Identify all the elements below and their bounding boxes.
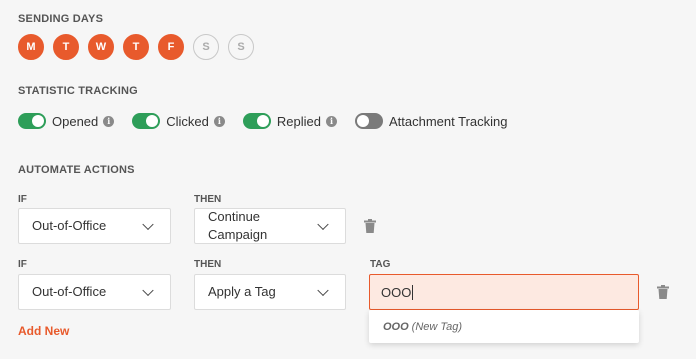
clicked-label: Clicked [166,113,209,129]
tag-suggestion-note: (New Tag) [411,320,463,333]
sending-days-row: M T W T F S S [18,34,254,60]
toggle-replied: Replied i [242,113,337,129]
add-new-button[interactable]: Add New [18,324,69,338]
automate-actions-title: AUTOMATE ACTIONS [18,164,135,176]
replied-switch[interactable] [242,113,271,129]
then-action-select[interactable]: Continue Campaign [194,208,346,244]
chevron-down-icon [142,218,154,231]
day-sunday[interactable]: S [228,34,254,60]
chevron-down-icon [142,284,154,297]
trash-icon[interactable] [657,285,669,299]
if-condition-select[interactable]: Out-of-Office [18,208,171,244]
opened-label: Opened [52,113,99,129]
attachment-tracking-switch[interactable] [354,113,383,129]
if-condition-value: Out-of-Office [32,284,107,299]
day-monday[interactable]: M [18,34,44,60]
then-label: THEN [194,259,222,270]
day-friday[interactable]: F [158,34,184,60]
if-condition-select[interactable]: Out-of-Office [18,274,171,310]
day-thursday[interactable]: T [123,34,149,60]
tag-input-value: OOO [381,284,412,300]
info-icon[interactable]: i [103,115,115,127]
tag-input[interactable]: OOO [369,274,639,310]
replied-label: Replied [276,113,321,129]
text-caret [412,284,414,300]
then-action-value: Apply a Tag [208,284,276,299]
day-saturday[interactable]: S [193,34,219,60]
toggle-attachment-tracking: Attachment Tracking [354,113,508,129]
if-condition-value: Out-of-Office [32,218,107,233]
if-label: IF [18,194,27,205]
info-icon[interactable]: i [213,115,225,127]
toggle-opened: Opened i [18,113,115,129]
tracking-toggles: Opened i Clicked i Replied i Attachment … [18,113,525,129]
chevron-down-icon [317,284,329,297]
if-label: IF [18,259,27,270]
opened-switch[interactable] [18,113,46,129]
then-action-select[interactable]: Apply a Tag [194,274,346,310]
tag-label: TAG [370,259,391,270]
sending-days-title: SENDING DAYS [18,13,104,25]
clicked-switch[interactable] [132,113,161,129]
day-wednesday[interactable]: W [88,34,114,60]
attachment-tracking-label: Attachment Tracking [388,113,508,129]
day-tuesday[interactable]: T [53,34,79,60]
chevron-down-icon [317,218,329,231]
info-icon[interactable]: i [325,115,337,127]
then-action-value: Continue Campaign [208,209,268,242]
then-label: THEN [194,194,222,205]
statistic-tracking-title: STATISTIC TRACKING [18,85,138,97]
tag-suggestion-name: OOO [383,320,409,333]
trash-icon[interactable] [364,219,376,233]
tag-suggestion-option[interactable]: OOO (New Tag) [369,310,639,343]
toggle-clicked: Clicked i [132,113,225,129]
